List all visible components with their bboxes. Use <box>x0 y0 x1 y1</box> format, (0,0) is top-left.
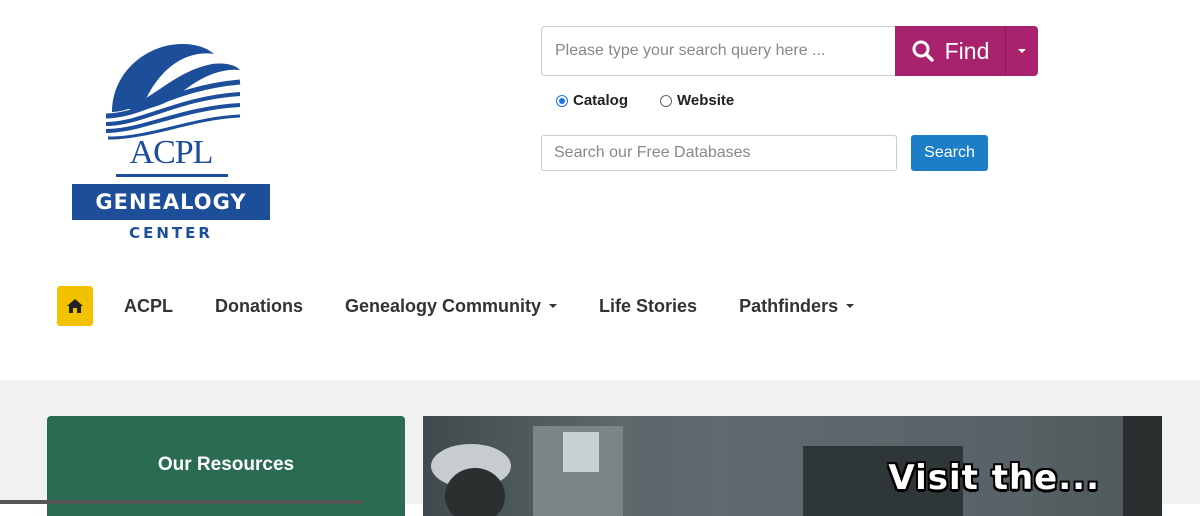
scope-website-label: Website <box>677 92 735 109</box>
find-button[interactable]: Find <box>895 26 1005 76</box>
nav-item-acpl[interactable]: ACPL <box>124 296 173 317</box>
catalog-search-input[interactable] <box>541 26 895 76</box>
nav-item-pathfinders[interactable]: Pathfinders <box>739 295 855 317</box>
logo-divider <box>116 174 228 177</box>
content-area: Our Resources Visit the... <box>0 380 1200 516</box>
home-button[interactable] <box>57 286 93 326</box>
chevron-down-icon <box>846 304 855 308</box>
search-icon <box>912 40 934 62</box>
nav-item-label: Pathfinders <box>739 295 839 316</box>
site-header: ACPL GENEALOGY CENTER Find Catalog Websi… <box>0 0 1200 380</box>
nav-item-label: Life Stories <box>599 295 698 316</box>
nav-item-donations[interactable]: Donations <box>215 296 303 317</box>
radio-button-selected[interactable] <box>556 94 568 107</box>
nav-item-life-stories[interactable]: Life Stories <box>599 296 697 317</box>
scope-catalog-label: Catalog <box>573 92 629 109</box>
find-button-label: Find <box>944 37 990 64</box>
nav-item-label: Genealogy Community <box>345 295 542 316</box>
banner-caption: Visit the... <box>888 458 1100 498</box>
promo-banner-image[interactable]: Visit the... <box>423 416 1162 516</box>
main-nav: ACPL Donations Genealogy Community Life … <box>57 286 896 326</box>
catalog-search-bar: Find <box>541 26 1038 76</box>
logo-center-text: CENTER <box>129 224 213 242</box>
nav-item-genealogy-community[interactable]: Genealogy Community <box>345 295 558 317</box>
nav-item-label: ACPL <box>124 295 173 316</box>
logo-acpl-text: ACPL <box>129 134 214 171</box>
database-search-button[interactable]: Search <box>911 135 988 171</box>
chevron-down-icon <box>549 304 558 308</box>
chevron-down-icon <box>1018 49 1026 53</box>
resources-title: Our Resources <box>157 454 295 475</box>
scope-catalog-radio[interactable]: Catalog <box>556 92 628 109</box>
database-search-input[interactable] <box>541 135 897 171</box>
radio-button[interactable] <box>660 94 673 107</box>
acpl-genealogy-logo[interactable]: ACPL GENEALOGY CENTER <box>72 42 270 242</box>
nav-item-label: Donations <box>215 295 303 316</box>
horizontal-scrollbar[interactable] <box>0 500 363 504</box>
wave-logo-icon <box>105 44 241 140</box>
search-scope: Catalog Website <box>556 92 734 109</box>
scope-website-radio[interactable]: Website <box>660 92 734 109</box>
home-icon <box>67 299 83 313</box>
logo-genealogy-banner: GENEALOGY <box>72 184 270 220</box>
find-options-dropdown[interactable] <box>1005 26 1038 76</box>
